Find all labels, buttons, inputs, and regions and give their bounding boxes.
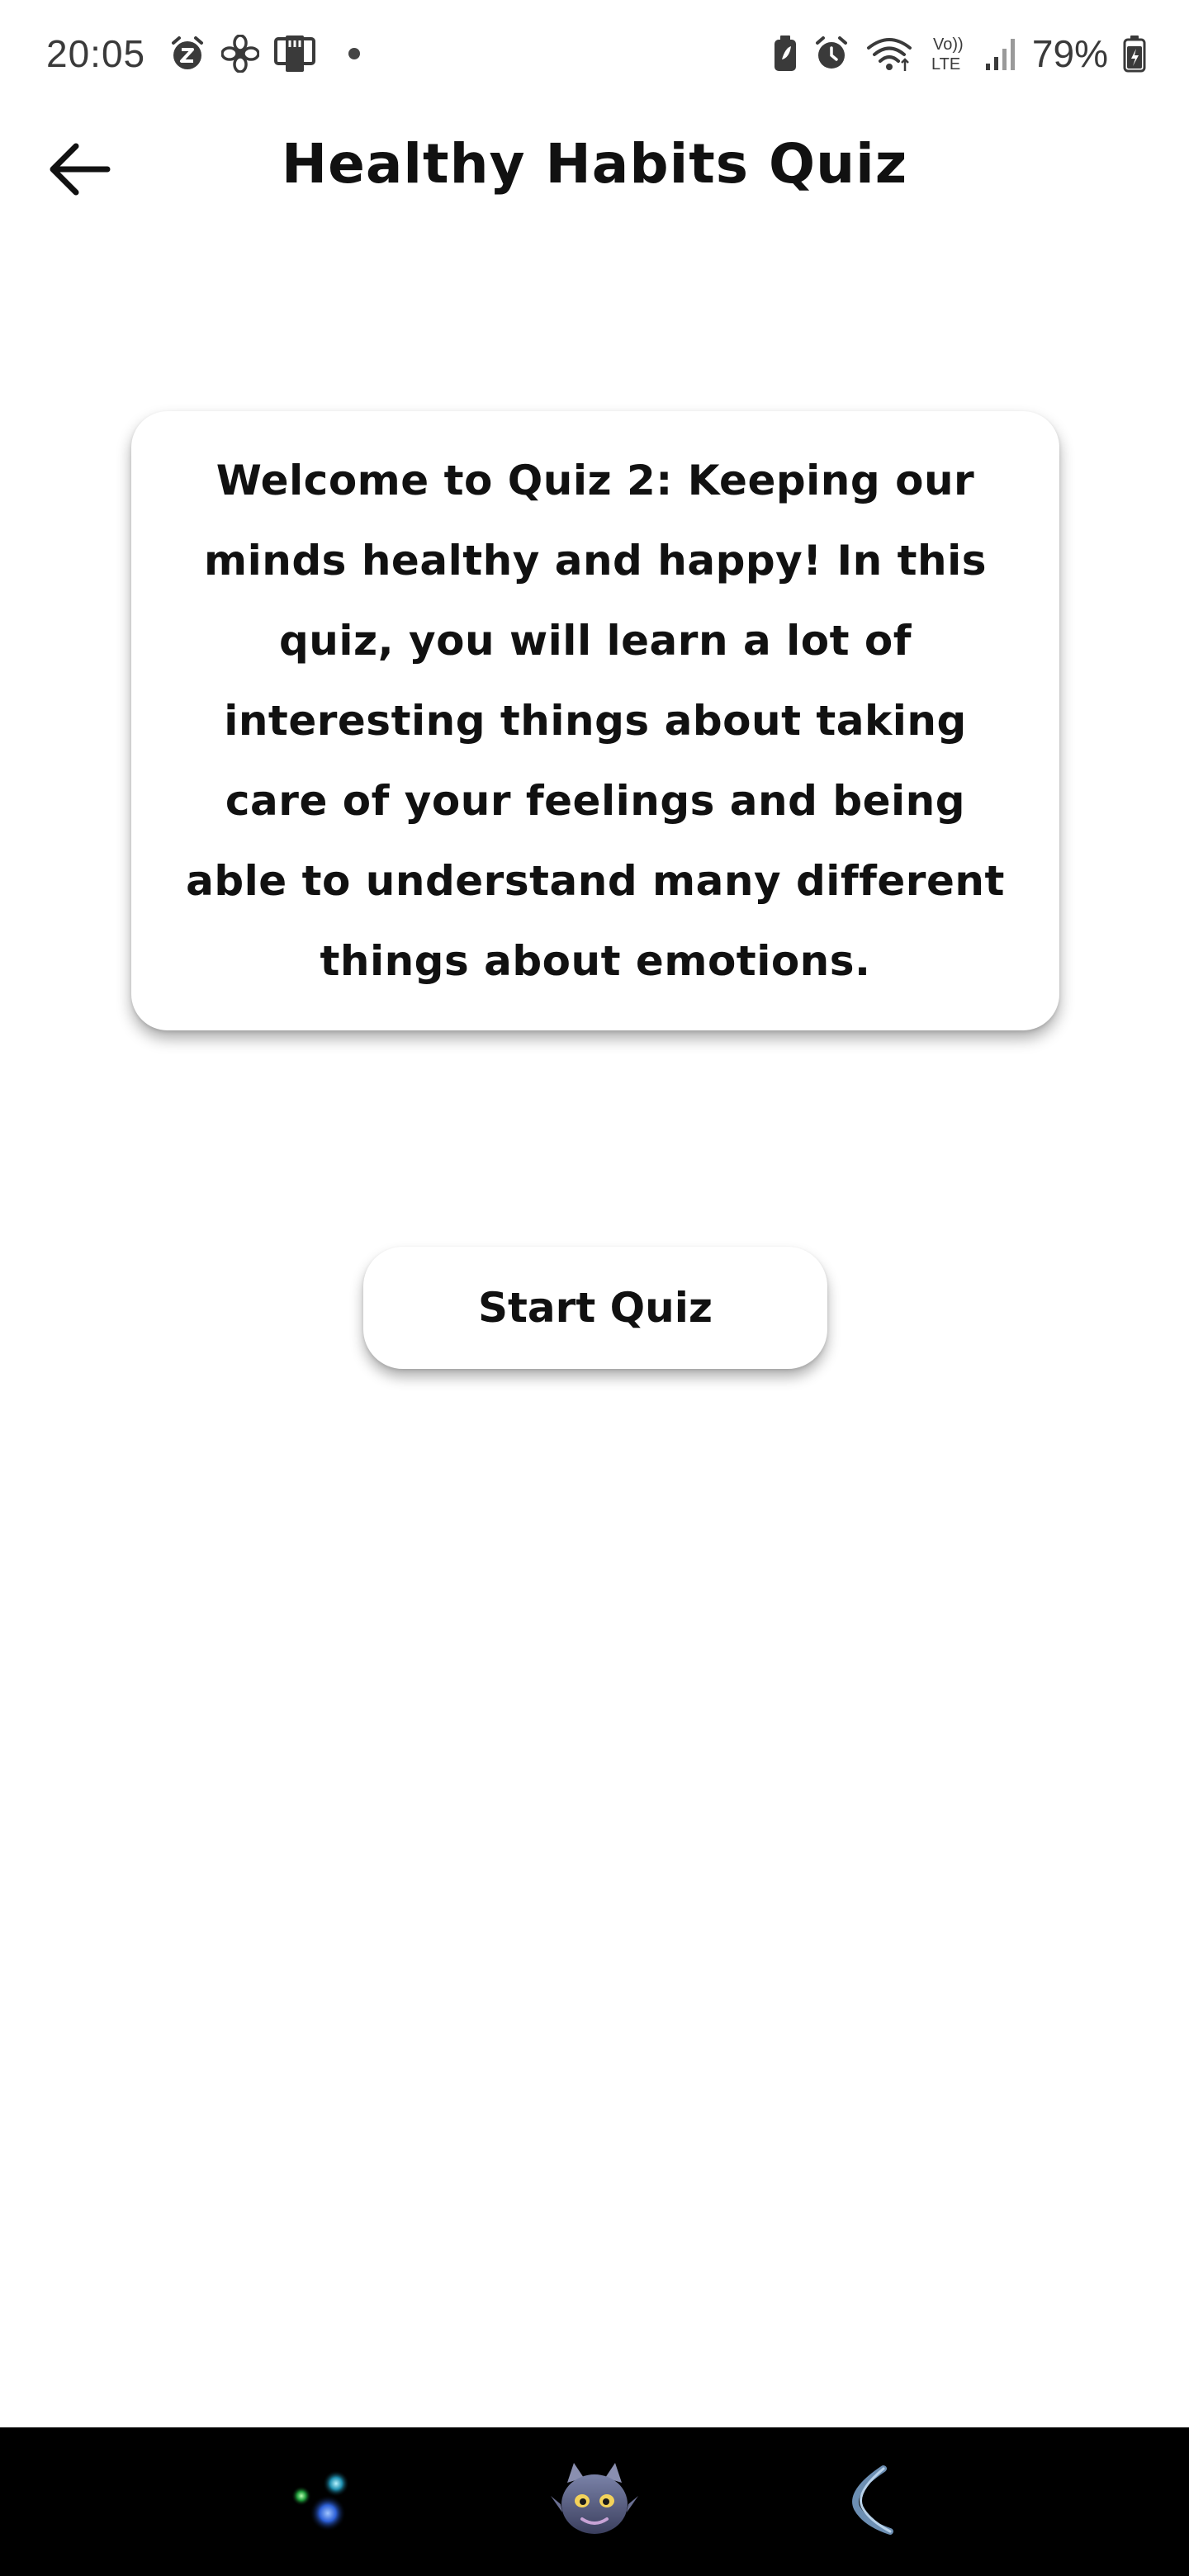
notification-dot-icon: [348, 48, 361, 59]
sparkle-dots-icon: [270, 2451, 369, 2553]
alarm-snooze-icon: [168, 35, 206, 73]
status-bar: 20:05 Vo)) LTE 79%: [0, 0, 1189, 107]
quiz-intro-screen: 20:05 Vo)) LTE 79% Healthy Habits Quiz W…: [0, 0, 1189, 2576]
svg-text:LTE: LTE: [931, 55, 960, 73]
intro-card: Welcome to Quiz 2: Keeping our minds hea…: [131, 411, 1059, 1030]
home-avatar-button[interactable]: [537, 2444, 652, 2559]
status-right: Vo)) LTE 79%: [773, 31, 1146, 76]
wifi-icon: [865, 35, 913, 73]
battery-percent: 79%: [1031, 32, 1108, 75]
battery-icon: [1123, 35, 1146, 73]
alarm-icon: [812, 35, 850, 73]
svg-text:Vo)): Vo)): [933, 36, 964, 54]
sparkle-dots-button[interactable]: [262, 2444, 377, 2559]
fan-icon: [221, 35, 260, 73]
start-quiz-button[interactable]: Start Quiz: [363, 1247, 827, 1369]
back-curve-icon: [832, 2459, 907, 2545]
volte-icon: Vo)) LTE: [928, 33, 969, 74]
start-quiz-label: Start Quiz: [478, 1284, 713, 1332]
signal-icon: [984, 36, 1017, 72]
page-title: Healthy Habits Quiz: [281, 132, 908, 196]
battery-saver-icon: [773, 35, 798, 73]
intro-text: Welcome to Quiz 2: Keeping our minds hea…: [186, 456, 1005, 985]
back-nav-button[interactable]: [812, 2444, 927, 2559]
dragon-avatar-icon: [549, 2455, 640, 2549]
navigation-bar: [0, 2427, 1189, 2576]
app-header: Healthy Habits Quiz: [0, 124, 1189, 215]
status-left: 20:05: [46, 31, 361, 76]
sd-card-icon: [274, 34, 316, 73]
status-time: 20:05: [46, 32, 146, 75]
